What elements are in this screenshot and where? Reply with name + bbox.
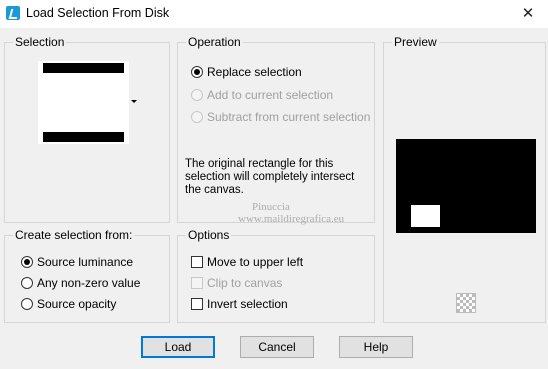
help-button[interactable]: Help [339,336,413,358]
watermark-url: www.maildiregrafica.eu [238,213,345,225]
close-icon[interactable]: ✕ [508,0,548,28]
radio-icon [21,277,33,289]
create-from-panel-title: Create selection from: [13,228,135,242]
checkbox-move-to-upper-left[interactable]: Move to upper left [191,255,303,269]
checkbox-icon [191,256,203,268]
radio-label: Any non-zero value [37,276,141,290]
preview-image [396,139,536,233]
radio-subtract-from-selection[interactable]: Subtract from current selection [191,110,370,124]
watermark: Pinuccia www.maildiregrafica.eu [238,201,344,225]
radio-icon [191,111,203,123]
chevron-down-icon[interactable] [131,100,137,103]
radio-icon [191,66,203,78]
radio-icon [21,298,33,310]
radio-label: Replace selection [207,65,302,79]
checkbox-label: Clip to canvas [207,276,283,290]
checkbox-clip-to-canvas[interactable]: Clip to canvas [191,276,282,290]
radio-label: Subtract from current selection [207,110,371,124]
radio-source-opacity[interactable]: Source opacity [21,297,116,311]
selection-panel-title: Selection [13,35,67,49]
radio-label: Source luminance [37,255,134,269]
checkbox-icon [191,277,203,289]
radio-icon [21,256,33,268]
watermark-name: Pinuccia [252,201,290,213]
checkbox-label: Move to upper left [207,255,304,269]
radio-any-non-zero[interactable]: Any non-zero value [21,276,140,290]
checkbox-icon [191,298,203,310]
transparency-checker-icon[interactable] [456,293,476,313]
preview-selection-rect [411,205,440,227]
app-icon [6,6,20,20]
checkbox-label: Invert selection [207,297,288,311]
radio-icon [191,89,203,101]
radio-replace-selection[interactable]: Replace selection [191,65,302,79]
radio-label: Source opacity [37,297,117,311]
preview-panel-title: Preview [392,35,439,49]
radio-source-luminance[interactable]: Source luminance [21,255,133,269]
selection-thumbnail[interactable] [38,61,129,144]
operation-panel-title: Operation [186,35,243,49]
window-title: Load Selection From Disk [26,6,170,20]
radio-add-to-selection[interactable]: Add to current selection [191,88,333,102]
options-panel-title: Options [186,228,232,242]
title-bar: Load Selection From Disk ✕ [0,0,548,28]
radio-label: Add to current selection [207,88,334,102]
operation-info-text: The original rectangle for this selectio… [185,158,355,196]
cancel-button[interactable]: Cancel [240,336,314,358]
load-button[interactable]: Load [141,336,215,358]
checkbox-invert-selection[interactable]: Invert selection [191,297,288,311]
